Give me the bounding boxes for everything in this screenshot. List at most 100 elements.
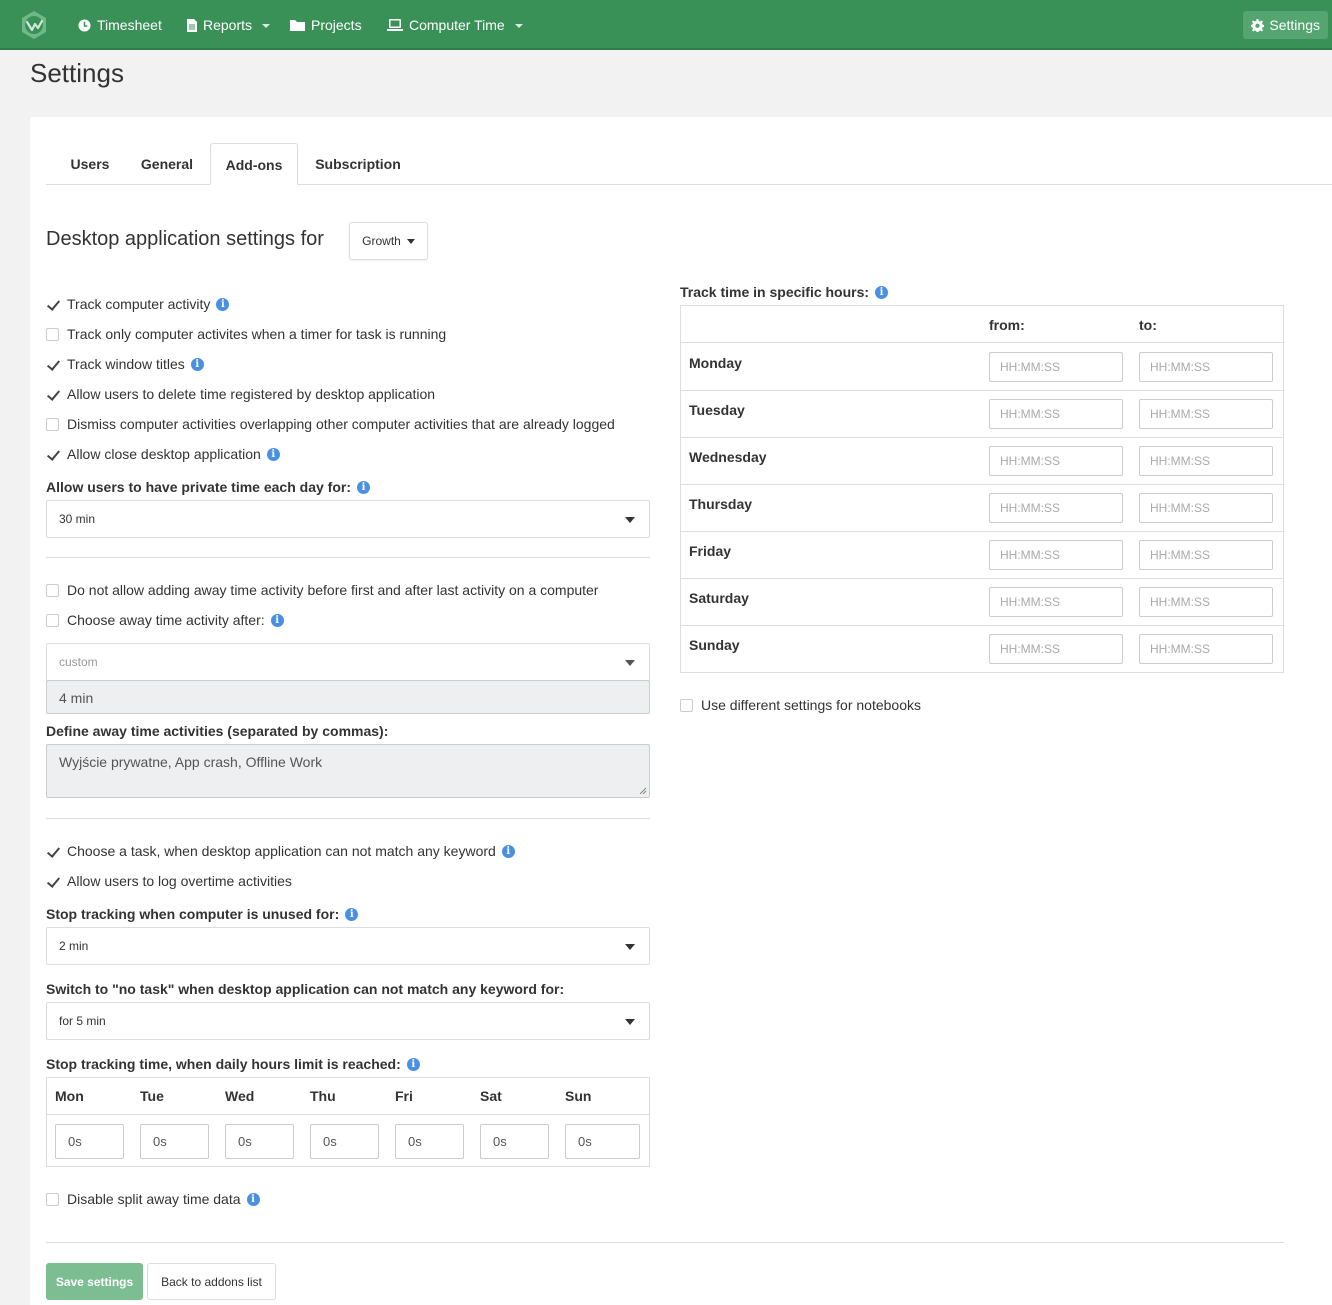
option-label: Track window titles [67, 356, 185, 372]
info-icon[interactable]: i [357, 480, 370, 494]
away-time-select[interactable]: custom [46, 643, 650, 681]
tab-subscription[interactable]: Subscription [304, 143, 412, 185]
option-notebooks[interactable]: Use different settings for notebooks [680, 695, 921, 715]
daily-limit-table: Mon Tue Wed Thu Fri Sat Sun 0s 0s 0s 0s … [46, 1077, 650, 1167]
from-input-sunday[interactable]: HH:MM:SS [989, 634, 1123, 664]
info-icon[interactable]: i [406, 1057, 420, 1071]
app-logo-icon[interactable] [18, 9, 50, 41]
from-input-friday[interactable]: HH:MM:SS [989, 540, 1123, 570]
nav-reports[interactable]: Reports [187, 0, 271, 50]
gear-icon [1251, 18, 1265, 32]
to-input-saturday[interactable]: HH:MM:SS [1139, 587, 1273, 617]
nav-settings-label: Settings [1269, 17, 1320, 33]
limit-input-sun[interactable]: 0s [565, 1124, 640, 1159]
divider [46, 1242, 1284, 1243]
option-no-away-adding[interactable]: Do not allow adding away time activity b… [46, 580, 598, 600]
day-sunday: Sunday [689, 637, 740, 653]
checkbox[interactable] [680, 698, 693, 712]
divider [47, 1114, 649, 1115]
from-input-tuesday[interactable]: HH:MM:SS [989, 399, 1123, 429]
limit-input-mon[interactable]: 0s [55, 1124, 124, 1159]
info-icon[interactable]: i [270, 613, 284, 627]
chevron-down-icon [625, 517, 635, 523]
plan-dropdown[interactable]: Growth [349, 222, 428, 260]
limit-day-header: Sat [480, 1088, 502, 1104]
limit-input-fri[interactable]: 0s [395, 1124, 464, 1159]
unused-select[interactable]: 2 min [46, 927, 650, 965]
tab-users[interactable]: Users [56, 143, 124, 185]
to-input-friday[interactable]: HH:MM:SS [1139, 540, 1273, 570]
limit-input-wed[interactable]: 0s [225, 1124, 294, 1159]
resize-handle-icon[interactable] [639, 787, 647, 795]
from-input-thursday[interactable]: HH:MM:SS [989, 493, 1123, 523]
nav-computer-time[interactable]: Computer Time [387, 0, 523, 50]
checkbox[interactable] [46, 613, 59, 627]
private-time-select[interactable]: 30 min [46, 500, 650, 538]
option-choose-task[interactable]: Choose a task, when desktop application … [46, 841, 515, 861]
checkbox-checked[interactable] [46, 358, 59, 371]
unused-label: Stop tracking when computer is unused fo… [46, 906, 359, 922]
checkbox-checked[interactable] [46, 298, 59, 311]
from-header: from: [989, 317, 1025, 333]
to-input-thursday[interactable]: HH:MM:SS [1139, 493, 1273, 523]
away-activities-textarea[interactable]: Wyjście prywatne, App crash, Offline Wor… [46, 744, 650, 798]
option-disable-split[interactable]: Disable split away time data i [46, 1189, 260, 1209]
to-input-sunday[interactable]: HH:MM:SS [1139, 634, 1273, 664]
checkbox[interactable] [46, 327, 59, 341]
info-icon[interactable]: i [501, 844, 515, 858]
limit-day-header: Fri [395, 1088, 413, 1104]
nav-timesheet[interactable]: Timesheet [78, 0, 162, 50]
option-track-only-timer[interactable]: Track only computer activites when a tim… [46, 324, 446, 344]
limit-input-thu[interactable]: 0s [310, 1124, 379, 1159]
checkbox-checked[interactable] [46, 448, 59, 461]
option-label: Track only computer activites when a tim… [67, 326, 447, 342]
from-input-wednesday[interactable]: HH:MM:SS [989, 446, 1123, 476]
checkbox[interactable] [46, 583, 59, 597]
checkbox-checked[interactable] [46, 845, 59, 858]
nav-settings-button[interactable]: Settings [1243, 11, 1328, 39]
limit-input-tue[interactable]: 0s [140, 1124, 209, 1159]
from-input-monday[interactable]: HH:MM:SS [989, 352, 1123, 382]
info-icon[interactable]: i [190, 357, 204, 371]
checkbox-checked[interactable] [46, 388, 59, 401]
chevron-down-icon [262, 24, 271, 28]
chevron-down-icon [625, 944, 635, 950]
to-input-wednesday[interactable]: HH:MM:SS [1139, 446, 1273, 476]
info-icon[interactable]: i [266, 447, 280, 461]
no-task-label: Switch to "no task" when desktop applica… [46, 981, 565, 997]
option-allow-overtime[interactable]: Allow users to log overtime activities [46, 871, 292, 891]
checkbox[interactable] [46, 1192, 59, 1206]
limit-input-sat[interactable]: 0s [480, 1124, 549, 1159]
save-settings-button[interactable]: Save settings [46, 1263, 143, 1300]
info-icon[interactable]: i [345, 907, 359, 921]
from-input-saturday[interactable]: HH:MM:SS [989, 587, 1123, 617]
limit-day-header: Thu [310, 1088, 336, 1104]
checkbox-checked[interactable] [46, 875, 59, 888]
option-label: Track computer activity [67, 296, 211, 312]
to-input-tuesday[interactable]: HH:MM:SS [1139, 399, 1273, 429]
option-allow-delete[interactable]: Allow users to delete time registered by… [46, 384, 435, 404]
option-dismiss-overlap[interactable]: Dismiss computer activities overlapping … [46, 414, 615, 434]
tab-addons[interactable]: Add-ons [210, 143, 298, 185]
info-icon[interactable]: i [246, 1192, 260, 1206]
option-label: Dismiss computer activities overlapping … [67, 416, 615, 432]
chevron-down-icon [625, 660, 635, 666]
option-choose-away-after[interactable]: Choose away time activity after: i [46, 610, 284, 630]
to-input-monday[interactable]: HH:MM:SS [1139, 352, 1273, 382]
nav-computer-time-label: Computer Time [409, 17, 505, 33]
checkbox[interactable] [46, 417, 59, 431]
top-navbar: Timesheet Reports Projects Computer Time… [0, 0, 1332, 50]
tab-general[interactable]: General [130, 143, 204, 185]
nav-projects[interactable]: Projects [290, 0, 362, 50]
option-track-window-titles[interactable]: Track window titles i [46, 354, 204, 374]
divider [681, 531, 1283, 532]
away-custom-input[interactable]: 4 min [46, 680, 650, 714]
option-label: Allow users to delete time registered by… [67, 386, 436, 402]
no-task-select[interactable]: for 5 min [46, 1002, 650, 1040]
back-to-addons-button[interactable]: Back to addons list [147, 1263, 276, 1300]
info-icon[interactable]: i [216, 297, 230, 311]
option-track-activity[interactable]: Track computer activity i [46, 294, 230, 314]
option-allow-close[interactable]: Allow close desktop application i [46, 444, 280, 464]
info-icon[interactable]: i [875, 285, 889, 299]
laptop-icon [387, 18, 403, 31]
